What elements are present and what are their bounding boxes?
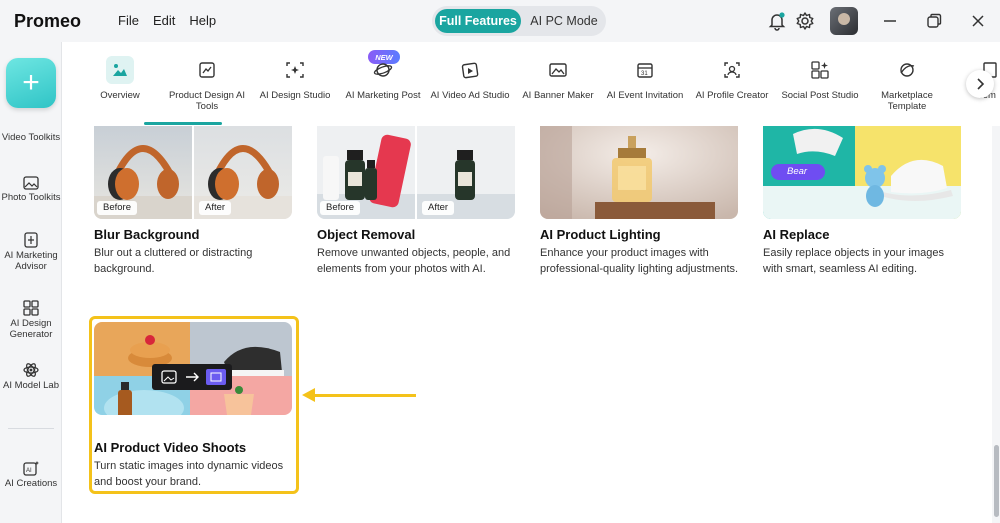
minimize-icon[interactable] (880, 11, 900, 31)
category-tabs: Overview Product Design AI Tools AI Desi… (62, 42, 1000, 126)
title-bar: Promeo File Edit Help Full Features AI P… (0, 0, 1000, 42)
sidebar-item-photo-toolkits[interactable]: Photo Toolkits (0, 176, 62, 203)
blur-background-thumbnail: Before After (94, 126, 292, 219)
menu-bar: File Edit Help (118, 13, 216, 28)
gear-icon[interactable] (795, 11, 815, 31)
card-title: Object Removal (317, 227, 416, 242)
card-description: Easily replace objects in your images wi… (763, 247, 944, 275)
main-content: Before After Blur Background Blur out a … (62, 126, 992, 523)
card-description: Blur out a cluttered or distracting back… (94, 247, 253, 275)
tab-ai-video-ad-studio[interactable]: AI Video Ad Studio (427, 56, 513, 101)
video-ad-icon (456, 56, 484, 84)
full-features-button[interactable]: Full Features (435, 9, 521, 33)
overview-icon (106, 56, 134, 84)
replace-tag: Bear (787, 166, 808, 177)
profile-icon (718, 56, 746, 84)
design-studio-icon (281, 56, 309, 84)
marketing-post-icon (369, 56, 397, 84)
active-tab-indicator (144, 122, 222, 125)
sidebar-item-ai-model-lab[interactable]: AI Model Lab (0, 362, 62, 391)
tab-social-post-studio[interactable]: Social Post Studio (777, 56, 863, 101)
after-label: After (422, 201, 455, 215)
sidebar-item-video-toolkits[interactable]: Video Toolkits (0, 132, 62, 143)
atom-icon (23, 363, 39, 377)
photo-icon (23, 176, 39, 190)
highlight-frame (89, 316, 299, 494)
svg-text:AI: AI (26, 468, 32, 474)
close-icon[interactable] (968, 11, 988, 31)
marketplace-icon (893, 56, 921, 84)
after-label: After (199, 201, 232, 215)
tab-marketplace-template[interactable]: Marketplace Template (864, 56, 950, 112)
ai-pc-mode-button[interactable]: AI PC Mode (524, 9, 604, 33)
sidebar-item-ai-creations[interactable]: AI AI Creations (0, 460, 62, 489)
app-title: Promeo (14, 11, 82, 31)
create-new-button[interactable]: + (6, 58, 56, 108)
scrollbar-thumb[interactable] (994, 445, 999, 517)
tab-overview[interactable]: Overview (77, 56, 163, 101)
card-title: Blur Background (94, 227, 200, 242)
sidebar-divider (8, 428, 54, 429)
card-title: AI Replace (763, 227, 830, 242)
card-description: Remove unwanted objects, people, and ele… (317, 247, 511, 275)
chevron-right-icon (977, 78, 985, 90)
marketing-icon (24, 232, 38, 248)
object-removal-thumbnail: Before After (317, 126, 515, 219)
social-post-icon (806, 56, 834, 84)
card-title: AI Product Lighting (540, 227, 661, 242)
before-label: Before (97, 201, 137, 215)
calendar-icon: 31 (631, 56, 659, 84)
notification-bell-icon[interactable] (767, 11, 787, 31)
before-label: Before (320, 201, 360, 215)
product-lighting-thumbnail (540, 126, 738, 219)
left-sidebar: + Video Toolkits Photo Toolkits AI Marke… (0, 42, 62, 523)
mode-switch: Full Features AI PC Mode (432, 6, 606, 36)
tab-ai-design-studio[interactable]: AI Design Studio (252, 56, 338, 101)
tab-ai-profile-creator[interactable]: AI Profile Creator (689, 56, 775, 101)
tabs-next-button[interactable] (966, 70, 994, 98)
restore-icon[interactable] (924, 11, 944, 31)
ai-creations-icon: AI (23, 461, 39, 476)
banner-icon (544, 56, 572, 84)
ai-replace-thumbnail: Bear (763, 126, 961, 219)
tab-ai-banner-maker[interactable]: AI Banner Maker (515, 56, 601, 101)
tab-product-design-ai-tools[interactable]: Product Design AI Tools (164, 56, 250, 112)
menu-edit[interactable]: Edit (153, 13, 175, 28)
menu-help[interactable]: Help (189, 13, 216, 28)
svg-text:31: 31 (641, 71, 648, 77)
grid-icon (23, 300, 39, 316)
tab-ai-event-invitation[interactable]: 31 AI Event Invitation (602, 56, 688, 101)
sidebar-item-ai-design-generator[interactable]: AI Design Generator (0, 300, 62, 340)
plus-icon: + (22, 66, 40, 99)
menu-file[interactable]: File (118, 13, 139, 28)
sidebar-item-ai-marketing-advisor[interactable]: AI Marketing Advisor (0, 232, 62, 272)
avatar[interactable] (830, 7, 858, 35)
product-design-icon (193, 56, 221, 84)
card-description: Enhance your product images with profess… (540, 247, 739, 275)
pointer-arrow (310, 394, 416, 397)
tab-ai-marketing-post[interactable]: AI Marketing Post (340, 56, 426, 101)
